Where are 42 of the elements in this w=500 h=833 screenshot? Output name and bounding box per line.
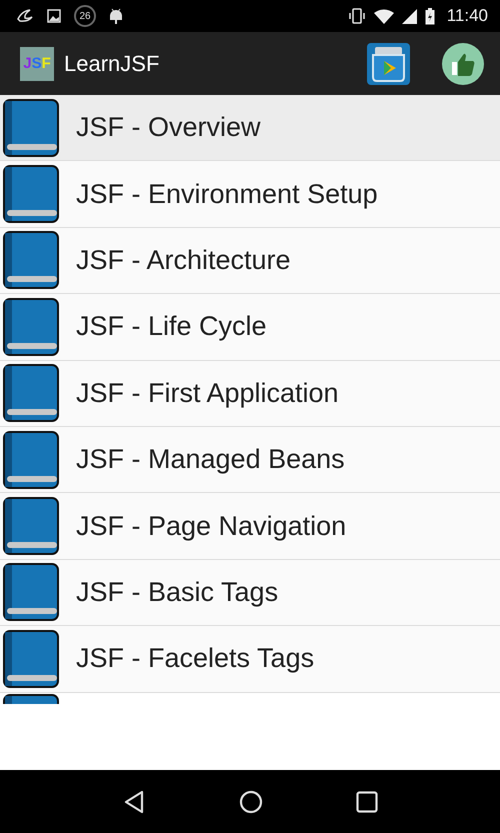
topic-title: JSF - Architecture bbox=[76, 244, 291, 276]
book-icon bbox=[2, 98, 60, 158]
topic-item[interactable]: JSF - Overview bbox=[0, 95, 500, 162]
book-icon bbox=[2, 164, 60, 224]
topic-title: JSF - Basic Tags bbox=[76, 576, 278, 608]
topic-item[interactable]: JSF - Managed Beans bbox=[0, 426, 500, 494]
topic-item[interactable]: JSF - First Application bbox=[0, 360, 500, 427]
notification-count: 26 bbox=[74, 5, 96, 27]
topic-item[interactable]: JSF - Page Navigation bbox=[0, 493, 500, 560]
topic-title: JSF - Life Cycle bbox=[76, 311, 267, 342]
battery-icon bbox=[424, 8, 435, 24]
topic-item[interactable]: JSF - Basic Tags bbox=[0, 560, 500, 626]
book-icon bbox=[2, 628, 60, 689]
topic-item[interactable]: JSF - Life Cycle bbox=[0, 294, 500, 361]
app-logo: JSF bbox=[20, 46, 54, 80]
vibrate-icon bbox=[348, 8, 366, 24]
bird-icon bbox=[16, 9, 34, 23]
topic-item[interactable]: JSF - Environment Setup bbox=[0, 161, 500, 228]
book-icon bbox=[2, 430, 60, 490]
signal-icon bbox=[402, 8, 417, 24]
topic-title: JSF - Page Navigation bbox=[76, 510, 346, 542]
topic-title: JSF - Overview bbox=[76, 112, 261, 144]
topic-title: JSF - Facelets Tags bbox=[76, 643, 314, 674]
android-icon bbox=[109, 7, 123, 25]
home-icon[interactable] bbox=[238, 790, 263, 814]
book-icon bbox=[2, 230, 60, 290]
topic-title: JSF - Environment Setup bbox=[76, 178, 378, 210]
topic-item[interactable]: JSF - Facelets Tags bbox=[0, 626, 500, 693]
book-icon bbox=[2, 296, 60, 357]
topic-title: JSF - First Application bbox=[76, 378, 339, 409]
image-icon bbox=[47, 9, 61, 23]
clock-time: 11:40 bbox=[446, 6, 488, 26]
wifi-icon bbox=[374, 8, 394, 24]
recents-icon[interactable] bbox=[356, 790, 378, 812]
topic-item[interactable]: JSF - Architecture bbox=[0, 228, 500, 294]
book-icon bbox=[2, 496, 60, 556]
topic-title: JSF - Managed Beans bbox=[76, 444, 345, 476]
thumbs-up-icon[interactable] bbox=[442, 42, 484, 84]
app-title: LearnJSF bbox=[64, 50, 160, 76]
store-bag-icon[interactable] bbox=[367, 42, 410, 84]
book-icon bbox=[2, 363, 60, 424]
book-icon bbox=[2, 562, 60, 622]
